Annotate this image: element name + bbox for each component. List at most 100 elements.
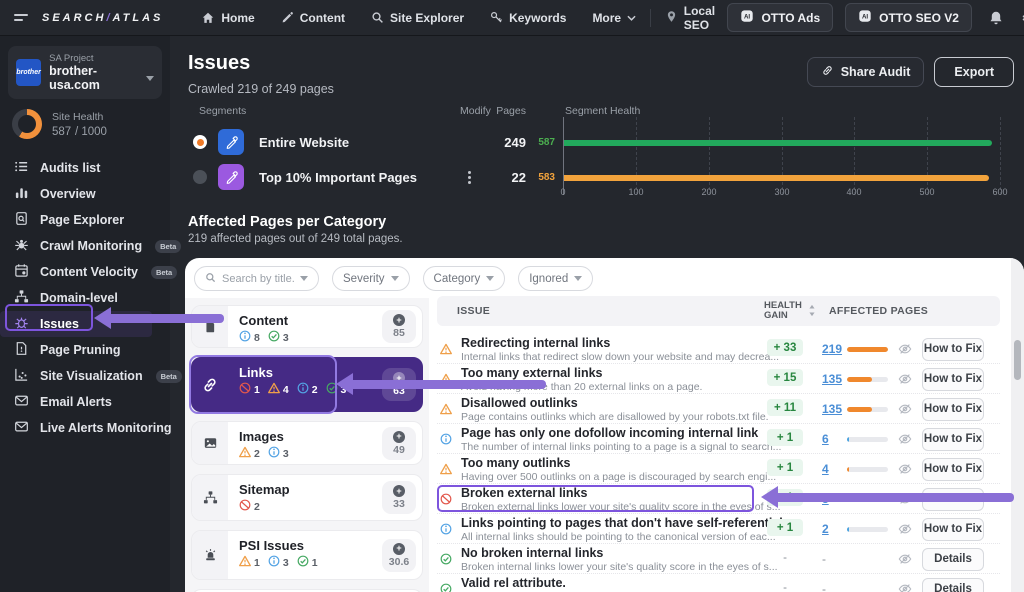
issue-description: Internal links that redirect slow down y… xyxy=(461,351,779,363)
segment-radio[interactable] xyxy=(193,135,207,149)
eye-off-icon[interactable] xyxy=(898,552,912,571)
category-score-button[interactable]: +33 xyxy=(382,481,416,514)
chart-tick-label: 300 xyxy=(762,187,802,197)
eye-off-icon[interactable] xyxy=(898,462,912,481)
details-button[interactable]: Details xyxy=(922,548,984,571)
how-to-fix-button[interactable]: How to Fix xyxy=(922,488,984,511)
how-to-fix-button[interactable]: How to Fix xyxy=(922,338,984,361)
no-entry-icon xyxy=(239,382,251,397)
nav-item-keywords[interactable]: Keywords xyxy=(490,11,566,25)
affected-pages-bar xyxy=(847,407,888,412)
nav-item-site-explorer[interactable]: Site Explorer xyxy=(371,11,464,25)
hamburger-menu-icon[interactable] xyxy=(14,11,28,24)
kebab-menu-icon[interactable] xyxy=(468,171,471,184)
otto-seo-v2-button[interactable]: AI OTTO SEO V2 xyxy=(845,3,972,32)
sidebar-item-domain-level[interactable]: Domain-level xyxy=(0,285,170,311)
site-health-donut xyxy=(12,109,42,139)
eye-off-icon[interactable] xyxy=(898,372,912,391)
issue-title: Broken external links xyxy=(461,486,587,500)
nav-item-more[interactable]: More xyxy=(592,11,636,25)
category-card-links[interactable]: Links1423+63 xyxy=(191,357,423,412)
sidebar-item-overview[interactable]: Overview xyxy=(0,181,170,207)
export-button[interactable]: Export xyxy=(934,57,1014,87)
eye-off-icon[interactable] xyxy=(898,582,912,592)
nav-item-local-seo[interactable]: Local SEO xyxy=(665,4,716,32)
affected-pages-link[interactable]: 135 xyxy=(822,372,842,386)
affected-pages-link[interactable]: 135 xyxy=(822,402,842,416)
sitemap-cat-icon xyxy=(192,475,228,520)
category-name: Content xyxy=(239,313,382,328)
category-name: PSI Issues xyxy=(239,538,382,553)
category-score-button[interactable]: +30.6 xyxy=(382,539,416,572)
list-icon xyxy=(14,159,29,177)
ai-box-icon: AI xyxy=(740,9,754,26)
severity-chip-ban: 1 xyxy=(239,382,260,397)
severity-chip-warn: 2 xyxy=(239,446,260,461)
severity-chip-info: 2 xyxy=(297,382,318,397)
project-selector[interactable]: brother SA Project brother-usa.com xyxy=(8,46,162,99)
sidebar-item-issues[interactable]: Issues xyxy=(0,311,152,337)
affected-pages-link[interactable]: 3 xyxy=(822,492,829,506)
notifications-bell-icon[interactable] xyxy=(988,10,1004,26)
filter-dropdown-category[interactable]: Category xyxy=(423,266,506,291)
sidebar-item-page-explorer[interactable]: Page Explorer xyxy=(0,207,170,233)
how-to-fix-button[interactable]: How to Fix xyxy=(922,368,984,391)
search-pill[interactable] xyxy=(194,266,319,291)
issue-title: Too many external links xyxy=(461,366,602,380)
filter-dropdown-severity[interactable]: Severity xyxy=(332,266,410,291)
otto-ads-button[interactable]: AI OTTO Ads xyxy=(727,3,833,32)
issue-description: Broken external links lower your site's … xyxy=(461,501,780,513)
eye-off-icon[interactable] xyxy=(898,402,912,421)
project-domain: brother-usa.com xyxy=(49,64,140,92)
sidebar-item-crawl-monitoring[interactable]: Crawl MonitoringBeta xyxy=(0,233,170,259)
sort-icon[interactable] xyxy=(808,304,816,322)
details-button[interactable]: Details xyxy=(922,578,984,592)
category-score-button[interactable]: +85 xyxy=(382,310,416,343)
how-to-fix-button[interactable]: How to Fix xyxy=(922,428,984,451)
warning-triangle-icon xyxy=(268,382,280,397)
category-card-images[interactable]: Images23+49 xyxy=(191,421,423,465)
sidebar-item-content-velocity[interactable]: Content VelocityBeta xyxy=(0,259,170,285)
mail-icon xyxy=(14,393,29,411)
affected-pages-link[interactable]: 4 xyxy=(822,462,829,476)
eye-off-icon[interactable] xyxy=(898,342,912,361)
search-input[interactable] xyxy=(222,273,294,285)
nav-item-content[interactable]: Content xyxy=(281,11,345,25)
sidebar-item-site-visualization[interactable]: Site VisualizationBeta xyxy=(0,363,170,389)
table-scrollbar[interactable] xyxy=(1011,258,1024,592)
issue-row-too-many-external-links: Too many external linksAvoid having more… xyxy=(437,364,1000,394)
how-to-fix-button[interactable]: How to Fix xyxy=(922,518,984,541)
eye-off-icon[interactable] xyxy=(898,522,912,541)
category-card-content[interactable]: Content83+85 xyxy=(191,305,423,348)
sidebar-item-email-alerts[interactable]: Email Alerts xyxy=(0,389,170,415)
nav-item-home[interactable]: Home xyxy=(201,11,254,25)
bug-icon xyxy=(14,315,29,333)
severity-chip-check: 3 xyxy=(268,330,289,345)
affected-pages-bar xyxy=(847,347,888,352)
category-card-sitemap[interactable]: Sitemap2+33 xyxy=(191,474,423,521)
how-to-fix-button[interactable]: How to Fix xyxy=(922,458,984,481)
settings-gear-icon[interactable] xyxy=(1020,9,1024,26)
sidebar-item-audits-list[interactable]: Audits list xyxy=(0,155,170,181)
svg-text:AI: AI xyxy=(862,14,868,21)
issues-card: SeverityCategoryIgnored Content83+85Link… xyxy=(185,258,1024,592)
share-audit-button[interactable]: Share Audit xyxy=(807,57,925,87)
info-circle-icon xyxy=(440,432,452,450)
scrollbar-thumb[interactable] xyxy=(1014,340,1021,380)
sidebar-item-live-alerts-monitoring[interactable]: Live Alerts Monitoring xyxy=(0,415,170,441)
project-label: SA Project xyxy=(49,53,154,64)
filter-dropdown-ignored[interactable]: Ignored xyxy=(518,266,593,291)
segment-radio[interactable] xyxy=(193,170,207,184)
category-score-button[interactable]: +63 xyxy=(382,368,416,401)
check-circle-icon xyxy=(268,330,280,345)
category-score-button[interactable]: +49 xyxy=(382,427,416,460)
eye-off-icon[interactable] xyxy=(898,492,912,511)
how-to-fix-button[interactable]: How to Fix xyxy=(922,398,984,421)
issue-title: Page has only one dofollow incoming inte… xyxy=(461,426,758,440)
affected-pages-link[interactable]: 6 xyxy=(822,432,829,446)
affected-pages-link[interactable]: 219 xyxy=(822,342,842,356)
eye-off-icon[interactable] xyxy=(898,432,912,451)
category-card-psi-issues[interactable]: PSI Issues131+30.6 xyxy=(191,530,423,580)
affected-pages-link[interactable]: 2 xyxy=(822,522,829,536)
sidebar-item-page-pruning[interactable]: Page Pruning xyxy=(0,337,170,363)
